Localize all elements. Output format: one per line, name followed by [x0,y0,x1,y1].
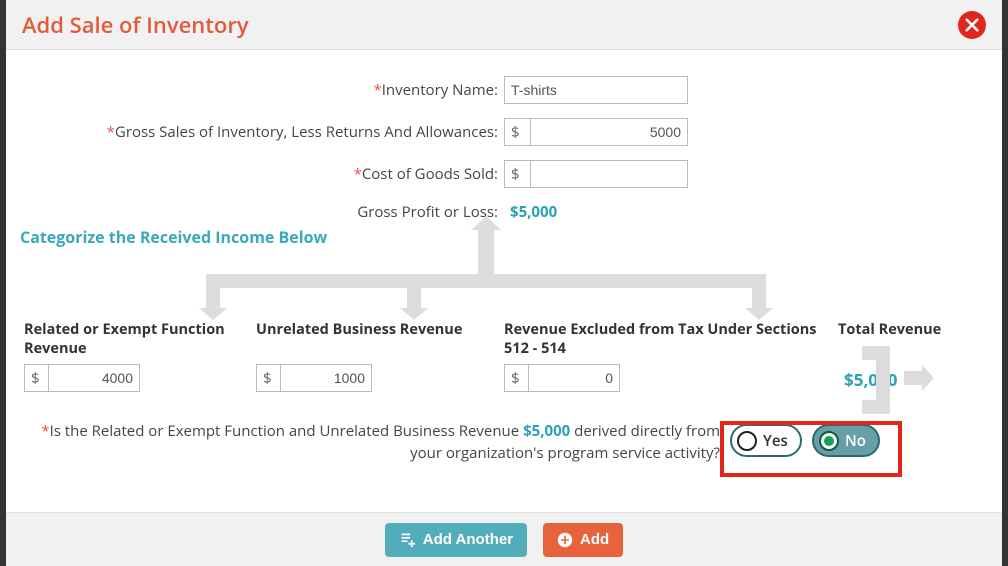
radio-checked-icon [819,431,839,451]
related-input[interactable] [48,364,140,392]
toggle-yes[interactable]: Yes [730,424,802,457]
add-label: Add [580,531,609,548]
radio-unchecked-icon [737,431,757,451]
currency-symbol: $ [504,118,530,146]
toggle-no[interactable]: No [812,424,880,457]
row-cogs: *Cost of Goods Sold: $ [10,160,700,188]
add-another-button[interactable]: Add Another [385,523,527,557]
col-total-heading: Total Revenue [838,320,990,360]
required-mark: * [373,80,381,100]
row-gross-profit: Gross Profit or Loss: $5,000 [10,202,700,222]
required-mark: * [354,164,362,184]
gross-sales-label: *Gross Sales of Inventory, Less Returns … [10,122,504,142]
currency-symbol: $ [504,364,528,392]
bracket-arrow-icon [904,371,922,385]
col-related: Related or Exempt Function Revenue $ [14,320,246,392]
add-button[interactable]: Add [543,523,623,557]
required-mark: * [107,122,115,142]
row-inventory-name: *Inventory Name: [10,76,700,104]
gross-profit-value: $5,000 [504,202,557,222]
unrelated-input[interactable] [280,364,372,392]
modal-body: *Inventory Name: *Gross Sales of Invento… [6,50,1002,512]
list-add-icon [399,531,416,548]
question-text: *Is the Related or Exempt Function and U… [40,420,720,464]
close-icon [965,18,979,32]
revenue-columns: Related or Exempt Function Revenue $ Unr… [10,320,998,392]
categorize-heading: Categorize the Received Income Below [10,226,998,248]
inventory-name-label: *Inventory Name: [10,80,504,100]
currency-symbol: $ [256,364,280,392]
gross-profit-label: Gross Profit or Loss: [10,202,504,222]
modal-add-sale: Add Sale of Inventory *Inventory Name: *… [6,0,1002,566]
col-unrelated-heading: Unrelated Business Revenue [256,320,494,360]
currency-symbol: $ [504,160,530,188]
col-related-heading: Related or Exempt Function Revenue [24,320,246,360]
excluded-input[interactable] [528,364,620,392]
question-row: *Is the Related or Exempt Function and U… [10,420,998,464]
gross-sales-input[interactable] [530,118,688,146]
close-button[interactable] [958,11,986,39]
toggle-yes-label: Yes [763,431,788,451]
cogs-input[interactable] [530,160,688,188]
add-another-label: Add Another [423,531,513,548]
cogs-label: *Cost of Goods Sold: [10,164,504,184]
bracket-shape [874,346,890,414]
modal-header: Add Sale of Inventory [6,0,1002,50]
plus-circle-icon [557,532,573,548]
modal-footer: Add Another Add [6,512,1002,566]
col-excluded: Revenue Excluded from Tax Under Sections… [504,320,828,392]
col-unrelated: Unrelated Business Revenue $ [256,320,494,392]
form-rows: *Inventory Name: *Gross Sales of Invento… [10,76,700,222]
inventory-name-input[interactable] [504,76,688,104]
branch-arrows [10,248,998,318]
col-excluded-heading: Revenue Excluded from Tax Under Sections… [504,320,828,360]
modal-title: Add Sale of Inventory [22,10,249,40]
required-mark: * [41,421,49,441]
toggle-no-label: No [845,431,866,451]
currency-symbol: $ [24,364,48,392]
question-amount: $5,000 [523,421,570,441]
toggle-group: Yes No [730,420,880,457]
row-gross-sales: *Gross Sales of Inventory, Less Returns … [10,118,700,146]
